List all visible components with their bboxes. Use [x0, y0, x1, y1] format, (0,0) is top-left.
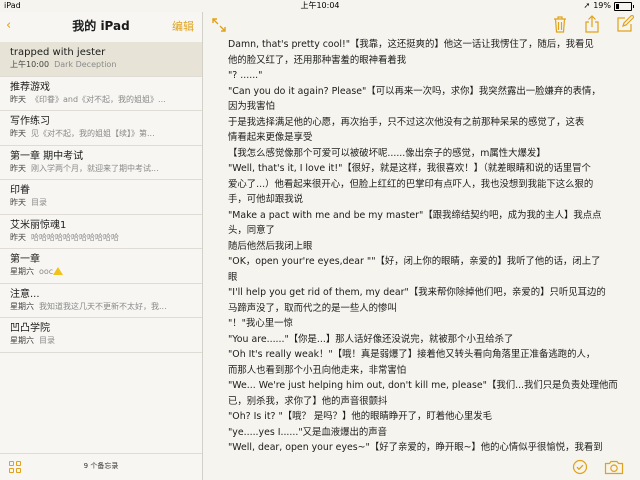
note-list-item[interactable]: 推荐游戏 昨天 《印眷》and《对不起，我的姐姐》... — [0, 77, 202, 111]
note-preview: 《印眷》and《对不起，我的姐姐》... — [31, 94, 166, 104]
note-body[interactable]: Damn, that's pretty cool!"【我靠，这还挺爽的】他这一话… — [228, 37, 628, 455]
note-title: 写作练习 — [10, 116, 50, 127]
note-preview: 我知道我这几天不更新不太好，我... — [39, 301, 167, 311]
note-list-item[interactable]: 艾米丽惊魂1 昨天 哈哈哈哈哈哈哈哈哈哈哈 — [0, 215, 202, 249]
note-text-line: 已，别杀我，求你了】他的声音很颤抖 — [228, 395, 388, 407]
note-text-line: 爱心了...）他看起来很开心，但脸上红红的巴掌印有点吓人，我也没想到我能下这么狠… — [228, 178, 594, 190]
compose-icon[interactable] — [616, 15, 634, 33]
note-text-line: 而那人也看到那个小丑向他走来，非常害怕 — [228, 364, 407, 376]
note-date: 星期六 — [10, 267, 34, 276]
clock: 上午10:04 — [300, 1, 340, 10]
note-text-line: 他的脸又红了，还用那种害羞的眼神看着我 — [228, 54, 407, 66]
note-date: 昨天 — [10, 163, 26, 173]
battery-icon — [614, 1, 632, 11]
status-right: ➚ 19% — [584, 0, 634, 12]
note-text-line: 于是我选择满足他的心愿，再次抬手，只不过这次他没有之前那种呆呆的感觉了，这表 — [228, 116, 585, 128]
note-text-line: "OK，open your're eyes,dear ""【好，闭上你的眼睛，亲… — [228, 256, 601, 267]
note-title: 第一章 期中考试 — [10, 150, 84, 162]
note-text-line: 眼 — [228, 271, 238, 283]
trash-icon[interactable] — [552, 15, 570, 33]
battery-percent: 19% — [593, 1, 611, 10]
note-text-line: 随后他然后我闭上眼 — [228, 240, 313, 252]
note-date: 昨天 — [10, 94, 26, 104]
note-preview: 刚入学两个月，就迎来了期中考试... — [31, 163, 159, 173]
note-text-line: 马蹄声没了，取而代之的是一些人的惨叫 — [228, 302, 397, 314]
note-text-line: "ye.....yes I......"又是血液爆出的声音 — [228, 426, 388, 438]
note-preview: 目录 — [39, 336, 55, 345]
note-list: trapped with jester 上午10:00 Dark Deception… — [0, 42, 202, 353]
note-title: 推荐游戏 — [10, 81, 50, 93]
note-date: 昨天 — [10, 232, 26, 242]
note-list-item[interactable]: 写作练习 昨天 见《对不起，我的姐姐【续】》第... — [0, 111, 202, 146]
note-meta: 昨天 刚入学两个月，就迎来了期中考试... — [10, 163, 192, 175]
note-preview: ooc — [39, 267, 54, 276]
note-text-line: 手，可他却跟我说 — [228, 194, 304, 205]
sidebar-header: ‹ 我的 iPad 编辑 — [0, 12, 202, 42]
note-meta: 星期六 ooc — [10, 266, 192, 278]
note-list-item[interactable]: 印眷 昨天 目录 — [0, 180, 202, 215]
camera-icon[interactable] — [604, 459, 624, 475]
note-title: 印眷 — [10, 185, 30, 196]
note-title: trapped with jester — [10, 47, 106, 58]
note-list-item[interactable]: 第一章 期中考试 昨天 刚入学两个月，就迎来了期中考试... — [0, 146, 202, 180]
note-text-line: "You are......"【你是...】那人话好像还没说完，就被那个小丑给杀… — [228, 333, 514, 345]
note-meta: 昨天 目录 — [10, 197, 192, 209]
share-icon[interactable] — [584, 15, 602, 33]
note-text-line: "Can you do it again? Please"【可以再来一次吗，求你… — [228, 85, 601, 97]
note-toolbar — [552, 15, 634, 33]
status-bar: iPad 上午10:04 ➚ 19% — [0, 0, 640, 12]
note-preview: 哈哈哈哈哈哈哈哈哈哈哈 — [31, 232, 119, 242]
note-text-line: 【我怎么感觉像那个可爱可以被破坏呢......像出奈子的感觉，m属性大爆发】 — [228, 147, 546, 159]
notes-sidebar: ‹ 我的 iPad 编辑 trapped with jester 上午10:00 D… — [0, 12, 203, 480]
note-meta: 星期六 目录 — [10, 335, 192, 347]
battery-cap — [633, 4, 634, 8]
note-meta: 昨天 《印眷》and《对不起，我的姐姐》... — [10, 94, 192, 106]
note-text-line: "Oh It's really weak！"【哦！真是弱爆了】接着他又转头看向角… — [228, 349, 596, 360]
note-count: 9 个备忘录 — [83, 462, 119, 470]
note-text-line: "We... We're just helping him out, don't… — [228, 380, 618, 391]
note-title: 艾米丽惊魂1 — [10, 219, 67, 231]
note-text-line: "I'll help you get rid of them, my dear"… — [228, 287, 606, 298]
note-preview: 目录 — [31, 198, 47, 207]
note-text-line: "Oh? Is it? "【哦？ 是吗？】他的眼睛睁开了，盯着他心里发毛 — [228, 411, 492, 422]
note-text-line: "? ......" — [228, 70, 263, 81]
warning-icon — [53, 267, 64, 275]
expand-icon[interactable] — [212, 18, 226, 32]
note-meta: 昨天 哈哈哈哈哈哈哈哈哈哈哈 — [10, 232, 192, 244]
note-text-line: 头，同意了 — [228, 225, 275, 236]
note-text-line: 情看起来更像是享受 — [228, 132, 313, 143]
note-text-line: "Well, that's it, I love it!"【很好，就是这样，我很… — [228, 163, 591, 174]
note-date: 昨天 — [10, 198, 26, 207]
note-list-item[interactable]: 凹凸学院 星期六 目录 — [0, 318, 202, 353]
note-date: 上午10:00 — [10, 60, 50, 69]
note-title: 凹凸学院 — [10, 323, 50, 334]
note-date: 昨天 — [10, 129, 26, 138]
note-text-line: "Well, dear, open your eyes~"【好了亲爱的，睁开眼~… — [228, 442, 603, 453]
sidebar-footer: 9 个备忘录 — [0, 453, 202, 480]
note-list-item[interactable]: trapped with jester 上午10:00 Dark Deception — [0, 42, 202, 77]
note-pane: Damn, that's pretty cool!"【我靠，这还挺爽的】他这一话… — [203, 12, 640, 480]
note-date: 星期六 — [10, 336, 34, 345]
location-icon: ➚ — [583, 1, 591, 10]
note-text-line: "Make a pact with me and be my master"【跟… — [228, 209, 602, 221]
note-text-line: 因为我害怕 — [228, 101, 275, 112]
note-footer — [203, 454, 640, 480]
note-title: 第一章 — [10, 254, 40, 265]
note-text-line: "！"我心里一惊 — [228, 318, 293, 329]
note-text-line: Damn, that's pretty cool!"【我靠，这还挺爽的】他这一话… — [228, 39, 594, 50]
note-meta: 星期六 我知道我这几天不更新不太好，我... — [10, 301, 192, 313]
checklist-icon[interactable] — [572, 459, 588, 475]
note-preview: Dark Deception — [54, 60, 117, 69]
edit-button[interactable]: 编辑 — [172, 18, 194, 34]
note-meta: 昨天 见《对不起，我的姐姐【续】》第... — [10, 128, 192, 140]
note-meta: 上午10:00 Dark Deception — [10, 59, 192, 71]
note-title: 注意... — [10, 288, 40, 300]
note-preview: 见《对不起，我的姐姐【续】》第... — [31, 129, 155, 138]
note-list-item[interactable]: 第一章星期六 ooc — [0, 249, 202, 284]
note-list-item[interactable]: 注意... 星期六 我知道我这几天不更新不太好，我... — [0, 284, 202, 318]
note-date: 星期六 — [10, 301, 34, 311]
